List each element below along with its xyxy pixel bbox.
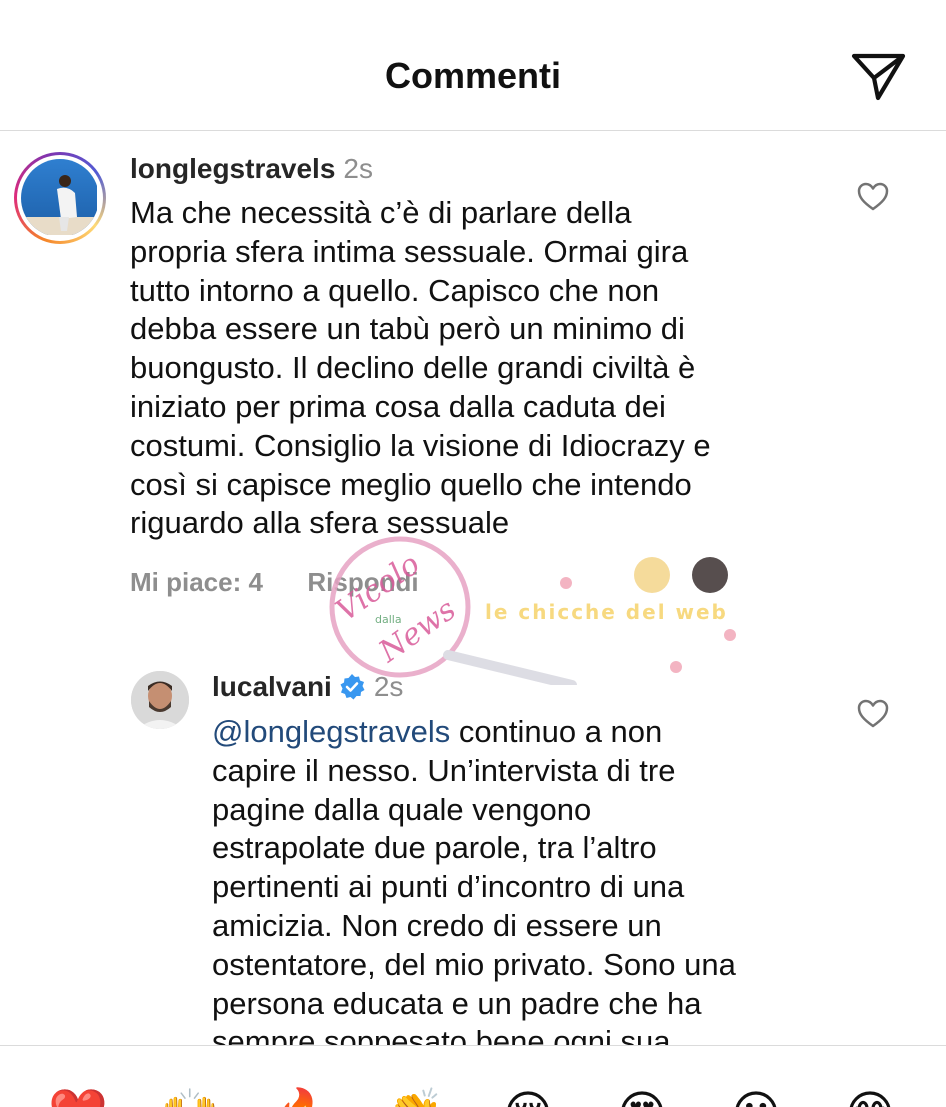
comment-text: @longlegstravels continuo a non capire i… (212, 714, 736, 1060)
avatar-lucalvani[interactable] (131, 671, 189, 729)
comment-username[interactable]: longlegstravels (130, 153, 335, 184)
svg-text:News: News (372, 592, 463, 670)
verified-badge-icon (338, 673, 366, 701)
like-heart-icon[interactable] (857, 182, 891, 212)
quick-reactions-bar: ❤️ 🙌 🔥 👏 😢 😍 😮 😂 (0, 1045, 946, 1107)
comment-2: lucalvani 2s @longlegstravels continuo a… (212, 668, 872, 1062)
comments-header: Commenti (0, 0, 946, 131)
reaction-raised-hands-emoji[interactable]: 🙌 (160, 1086, 220, 1107)
svg-text:dalla: dalla (375, 613, 402, 626)
reaction-crying-emoji[interactable]: 😢 (500, 1086, 556, 1107)
reaction-heart-eyes-emoji[interactable]: 😍 (614, 1086, 670, 1107)
reply-button[interactable]: Rispondi (307, 567, 418, 597)
reaction-clap-emoji[interactable]: 👏 (385, 1086, 445, 1107)
likes-count[interactable]: Mi piace: 4 (130, 567, 263, 597)
page-title: Commenti (384, 55, 561, 96)
reaction-laughing-emoji[interactable]: 😂 (842, 1086, 898, 1107)
reaction-heart-emoji[interactable]: ❤️ (48, 1086, 108, 1107)
paper-plane-icon[interactable] (848, 48, 908, 108)
reaction-fire-emoji[interactable]: 🔥 (272, 1086, 332, 1107)
reaction-surprised-emoji[interactable]: 😮 (728, 1086, 784, 1107)
comment-1: longlegstravels 2s Ma che necessità c’è d… (130, 150, 850, 599)
comment-username[interactable]: lucalvani (212, 668, 332, 706)
comment-time: 2s (373, 671, 404, 702)
avatar-longlegstravels[interactable] (14, 152, 106, 244)
like-heart-icon[interactable] (857, 699, 891, 729)
comment-text: Ma che necessità c’è di parlare della pr… (130, 195, 711, 541)
comment-time: 2s (343, 153, 373, 184)
svg-text:le chicche del web: le chicche del web (485, 600, 728, 624)
mention-link[interactable]: @longlegstravels (212, 714, 450, 749)
avatar-photo (21, 159, 99, 237)
